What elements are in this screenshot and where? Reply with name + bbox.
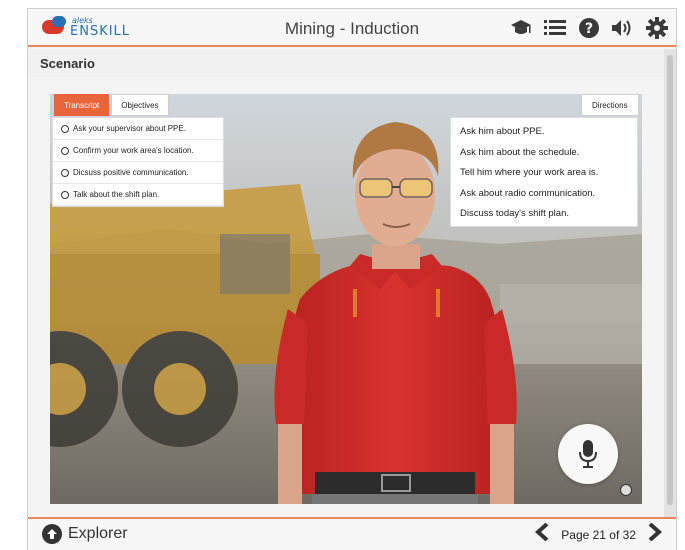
radio-icon[interactable] — [61, 190, 69, 199]
explorer-button[interactable]: Explorer — [42, 524, 128, 544]
help-icon[interactable]: ? — [576, 15, 602, 41]
direction-item: Ask about radio communication. — [460, 187, 596, 199]
scrollbar[interactable] — [664, 49, 676, 517]
pager: Page 21 of 32 — [535, 522, 663, 546]
list-icon[interactable] — [542, 15, 568, 41]
app-window: aleks ENSKILL Mining - Induction ? Scena… — [27, 8, 677, 550]
gear-icon[interactable] — [644, 15, 670, 41]
objective-label: Talk about the shift plan. — [73, 190, 160, 199]
microphone-icon — [579, 440, 597, 468]
direction-item: Discuss today's shift plan. — [460, 208, 569, 219]
tab-directions[interactable]: Directions — [581, 94, 639, 116]
objective-item[interactable]: Talk about the shift plan. — [53, 184, 223, 206]
direction-item: Tell him where your work area is. — [460, 167, 599, 178]
objective-label: Confirm your work area's location. — [73, 146, 194, 155]
objectives-panel: Ask your supervisor about PPE. Confirm y… — [52, 117, 224, 207]
scenario-header: Scenario — [28, 49, 666, 77]
previous-page-button[interactable] — [535, 522, 549, 546]
explorer-label: Explorer — [68, 525, 128, 542]
radio-icon[interactable] — [61, 124, 69, 133]
toolbar: ? — [508, 15, 670, 41]
chevron-right-icon — [648, 522, 663, 542]
section-title: Scenario — [40, 56, 95, 71]
objective-item[interactable]: Confirm your work area's location. — [53, 140, 223, 162]
radio-icon[interactable] — [61, 168, 69, 177]
transcript-tabs: Transcript Objectives — [54, 94, 169, 116]
objective-item[interactable]: Dicsuss positive communication. — [53, 162, 223, 184]
next-page-button[interactable] — [648, 522, 663, 546]
chevron-left-icon — [535, 522, 549, 542]
scrollbar-thumb[interactable] — [667, 55, 673, 505]
objective-label: Ask your supervisor about PPE. — [73, 124, 186, 133]
page-indicator: Page 21 of 32 — [561, 527, 636, 542]
objective-item[interactable]: Ask your supervisor about PPE. — [53, 118, 223, 140]
tab-objectives[interactable]: Objectives — [111, 94, 169, 116]
microphone-button[interactable] — [558, 424, 618, 484]
tab-transcript[interactable]: Transcript — [54, 94, 110, 116]
volume-icon[interactable] — [610, 15, 636, 41]
graduation-cap-icon[interactable] — [508, 15, 534, 41]
radio-icon[interactable] — [61, 146, 69, 155]
svg-text:?: ? — [585, 21, 593, 37]
direction-item: Ask him about PPE. — [460, 126, 545, 137]
objective-label: Dicsuss positive communication. — [73, 168, 189, 177]
bottom-bar: Explorer Page 21 of 32 — [28, 517, 676, 550]
directions-panel: Ask him about PPE. Ask him about the sch… — [450, 117, 638, 227]
direction-item: Ask him about the schedule. — [460, 146, 580, 158]
top-bar: aleks ENSKILL Mining - Induction ? — [28, 9, 676, 47]
arrow-up-circle-icon — [42, 524, 62, 544]
replay-icon[interactable] — [620, 484, 632, 496]
